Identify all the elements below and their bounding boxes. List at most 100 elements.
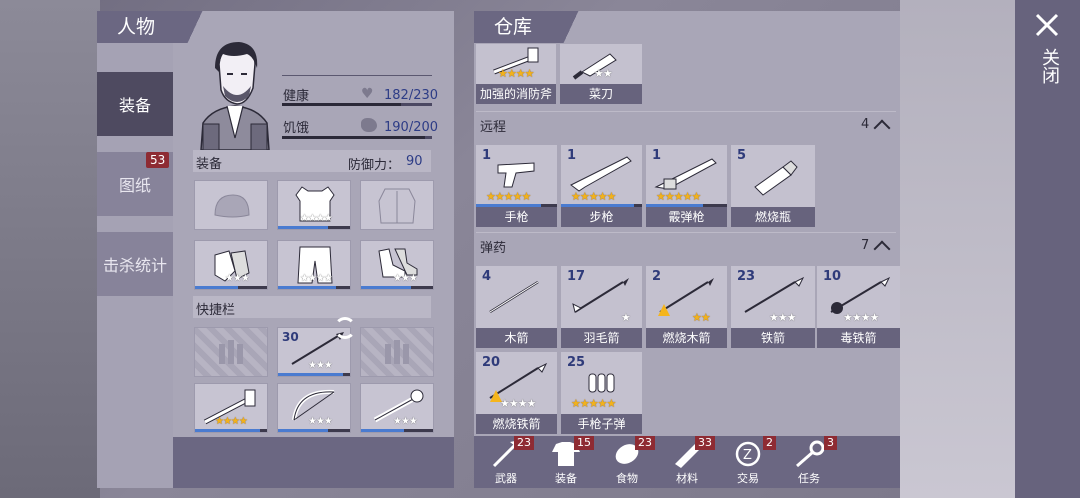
reinforced-fire-axe-label: 加强的消防斧 [476, 84, 556, 104]
body-armor-stars: ★★★★ [300, 213, 333, 224]
character-portrait [193, 38, 277, 151]
ammo-divider [476, 232, 896, 233]
shotgun-label: 霰弹枪 [646, 207, 727, 227]
empty-slot-icon [385, 340, 409, 364]
item-pistol-ammo[interactable]: 25 ★★★★★ 手枪子弹 [561, 352, 642, 434]
equip-slot-pants[interactable]: ★★★★ [277, 240, 351, 290]
quests-badge: 3 [824, 436, 837, 450]
character-title: 人物 [117, 16, 156, 38]
pistol-count: 1 [482, 148, 492, 163]
close-icon[interactable] [1034, 12, 1060, 38]
quickbar-slot-1[interactable] [194, 327, 268, 377]
food-badge: 23 [635, 436, 655, 450]
category-trade[interactable]: Z 2 交易 [718, 436, 778, 488]
wrench-stars: ★★★ [393, 416, 418, 427]
blueprints-badge: 53 [146, 152, 170, 168]
category-materials[interactable]: 33 材料 [657, 436, 717, 488]
kitchen-knife-label: 菜刀 [560, 84, 642, 104]
rifle-stars: ★★★★★ [571, 190, 616, 203]
defense-value: 90 [406, 154, 423, 169]
fire-axe-stars: ★★★★ [498, 67, 534, 80]
tab-blueprints-label: 图纸 [118, 176, 151, 195]
item-iron-arrow[interactable]: 23 ★★★ 铁箭 [731, 266, 815, 348]
hunger-bar-fill [282, 136, 425, 139]
equip-slot-jacket[interactable] [360, 180, 434, 230]
ammo-count: 7 [861, 238, 870, 253]
ranged-divider [476, 111, 896, 112]
quickbar-slot-5[interactable]: ★★★ [277, 383, 351, 433]
equip-slot-boots[interactable]: ★★★ [360, 240, 434, 290]
molotov-label: 燃烧瓶 [731, 207, 815, 227]
spear-stars: ★★★ [308, 360, 333, 371]
item-fire-iron-arrow[interactable]: 20 ★★★★ 燃烧铁箭 [476, 352, 557, 434]
category-food[interactable]: 23 食物 [597, 436, 657, 488]
rifle-count: 1 [567, 148, 577, 163]
swap-icon[interactable] [334, 317, 356, 339]
close-label[interactable]: 关闭 [1034, 48, 1060, 84]
warehouse-header-cut [556, 11, 586, 43]
item-kitchen-knife[interactable]: ★★ 菜刀 [560, 44, 642, 104]
tab-kill-stats[interactable]: 击杀统计 [97, 232, 173, 296]
feather-arrow-stars: ★ [621, 311, 631, 324]
warehouse-title: 仓库 [494, 16, 533, 38]
pistol-stars: ★★★★★ [486, 190, 531, 203]
wood-arrow-label: 木箭 [476, 328, 557, 348]
background-right [900, 0, 1015, 498]
stats-divider [282, 75, 432, 76]
poison-effect-icon [831, 302, 843, 314]
boots-stars: ★★★ [393, 273, 418, 284]
equipment-label: 装备 [196, 157, 223, 172]
item-shotgun[interactable]: 1 ★★★★★ 霰弹枪 [646, 145, 727, 227]
materials-badge: 33 [695, 436, 715, 450]
item-molotov[interactable]: 5 燃烧瓶 [731, 145, 815, 227]
fire-iron-arrow-label: 燃烧铁箭 [476, 414, 557, 434]
item-feather-arrow[interactable]: 17 ★ 羽毛箭 [561, 266, 642, 348]
equip-slot-gloves[interactable]: ★★★ [194, 240, 268, 290]
category-weapons[interactable]: 23 武器 [476, 436, 536, 488]
equip-slot-body-armor[interactable]: ★★★★ [277, 180, 351, 230]
ranged-count: 4 [861, 117, 870, 132]
fire-axe-stars: ★★★★ [215, 416, 248, 427]
tab-equipment[interactable]: 装备 [97, 72, 173, 136]
hunger-value: 190/200 [384, 120, 439, 135]
category-equipment[interactable]: 15 装备 [536, 436, 596, 488]
fire-wood-arrow-label: 燃烧木箭 [646, 328, 727, 348]
shotgun-count: 1 [652, 148, 662, 163]
hunger-bar [282, 136, 432, 139]
feather-arrow-count: 17 [567, 269, 586, 284]
character-panel-footer [173, 437, 454, 488]
iron-arrow-label: 铁箭 [731, 328, 815, 348]
health-bar-fill [282, 103, 401, 106]
trade-badge: 2 [763, 436, 776, 450]
equipment-badge: 15 [574, 436, 594, 450]
background-left [0, 0, 100, 498]
item-reinforced-fire-axe[interactable]: ★★★★ 加强的消防斧 [476, 44, 556, 104]
pistol-ammo-count: 25 [567, 355, 586, 370]
category-quests[interactable]: 3 任务 [779, 436, 839, 488]
empty-slot-icon [219, 340, 243, 364]
quests-label: 任务 [798, 472, 820, 485]
fire-iron-arrow-stars: ★★★★ [500, 397, 536, 410]
rifle-label: 步枪 [561, 207, 642, 227]
bow-stars: ★★★ [308, 416, 333, 427]
defense-label: 防御力： [348, 158, 401, 173]
pistol-ammo-label: 手枪子弹 [561, 414, 642, 434]
quickbar-slot-6[interactable]: ★★★ [360, 383, 434, 433]
item-fire-wood-arrow[interactable]: 2 ★★ 燃烧木箭 [646, 266, 727, 348]
stomach-icon [361, 118, 377, 132]
health-label: 健康 [283, 89, 310, 104]
item-poison-iron-arrow[interactable]: 10 ★★★★ 毒铁箭 [817, 266, 900, 348]
quickbar-slot-3[interactable] [360, 327, 434, 377]
poison-iron-arrow-count: 10 [823, 269, 842, 284]
equipment-category-label: 装备 [555, 472, 577, 485]
quickbar-slot-4[interactable]: ★★★★ [194, 383, 268, 433]
quickbar-label: 快捷栏 [196, 303, 236, 318]
item-pistol[interactable]: 1 ★★★★★ 手枪 [476, 145, 557, 227]
wood-arrow-count: 4 [482, 269, 492, 284]
poison-iron-arrow-label: 毒铁箭 [817, 328, 900, 348]
item-wood-arrow[interactable]: 4 木箭 [476, 266, 557, 348]
fire-effect-icon [658, 304, 670, 316]
shotgun-stars: ★★★★★ [656, 190, 701, 203]
item-rifle[interactable]: 1 ★★★★★ 步枪 [561, 145, 642, 227]
equip-slot-helmet[interactable] [194, 180, 268, 230]
